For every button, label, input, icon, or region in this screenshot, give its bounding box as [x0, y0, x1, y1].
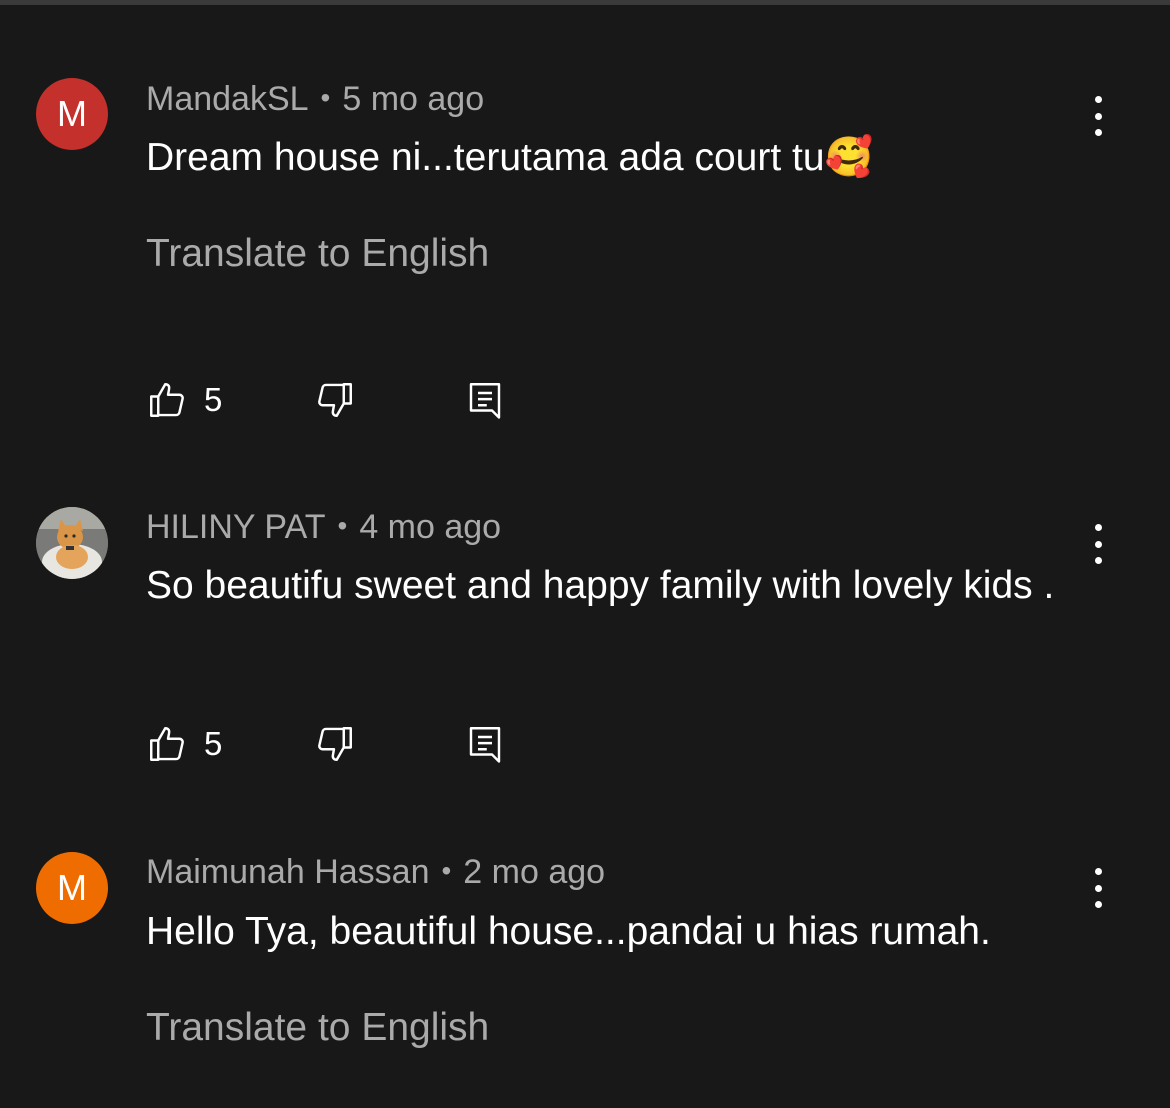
more-dot-icon [1094, 112, 1102, 120]
reply-icon [469, 383, 501, 419]
like-count: 5 [204, 725, 223, 762]
more-dot-icon [1094, 884, 1102, 892]
separator-dot: • [337, 510, 348, 541]
comment-author[interactable]: Maimunah Hassan [146, 853, 429, 891]
more-dot-icon [1094, 868, 1102, 875]
reply-button[interactable] [464, 722, 506, 766]
avatar[interactable]: M [36, 78, 108, 150]
more-dot-icon [1094, 540, 1102, 548]
dislike-button[interactable] [314, 378, 356, 422]
more-options-button[interactable] [1078, 524, 1118, 564]
comment-meta: HILINY PAT • 4 mo ago [146, 508, 501, 547]
more-dot-icon [1094, 524, 1102, 531]
more-dot-icon [1094, 557, 1102, 564]
comment-author[interactable]: HILINY PAT [146, 508, 326, 546]
comment-actions: 5 [146, 722, 546, 766]
comment-meta: MandakSL • 5 mo ago [146, 80, 484, 119]
comment-author[interactable]: MandakSL [146, 80, 309, 118]
avatar-letter: M [57, 93, 87, 134]
separator-dot: • [320, 82, 331, 113]
more-options-button[interactable] [1078, 96, 1118, 136]
avatar[interactable] [36, 507, 108, 579]
comment-text: Dream house ni...terutama ada court tu🥰 [146, 136, 874, 179]
more-options-button[interactable] [1078, 868, 1118, 908]
thumbs-up-icon [150, 383, 184, 417]
translate-link[interactable]: Translate to English [146, 232, 489, 276]
like-button[interactable]: 5 [146, 378, 222, 422]
translate-link[interactable]: Translate to English [146, 1006, 489, 1050]
more-dot-icon [1094, 96, 1102, 103]
separator-dot: • [441, 855, 452, 886]
like-button[interactable]: 5 [146, 722, 222, 766]
thumbs-up-icon [150, 727, 184, 761]
comment-time: 5 mo ago [342, 80, 485, 118]
thumbs-down-icon [318, 383, 352, 417]
comment-text: Hello Tya, beautiful house...pandai u hi… [146, 910, 991, 953]
comment-actions: 5 [146, 378, 546, 422]
comment-meta: Maimunah Hassan • 2 mo ago [146, 853, 605, 892]
like-count: 5 [204, 381, 223, 418]
top-divider [0, 0, 1170, 5]
more-dot-icon [1094, 901, 1102, 908]
comment-text: So beautifu sweet and happy family with … [146, 564, 1055, 607]
avatar[interactable]: M [36, 852, 108, 924]
avatar-letter: M [57, 867, 87, 908]
reply-icon [469, 727, 501, 763]
cat-avatar-image [36, 507, 108, 579]
more-dot-icon [1094, 129, 1102, 136]
comment-time: 2 mo ago [463, 853, 606, 891]
thumbs-down-icon [318, 727, 352, 761]
reply-button[interactable] [464, 378, 506, 422]
comment-time: 4 mo ago [359, 508, 502, 546]
dislike-button[interactable] [314, 722, 356, 766]
